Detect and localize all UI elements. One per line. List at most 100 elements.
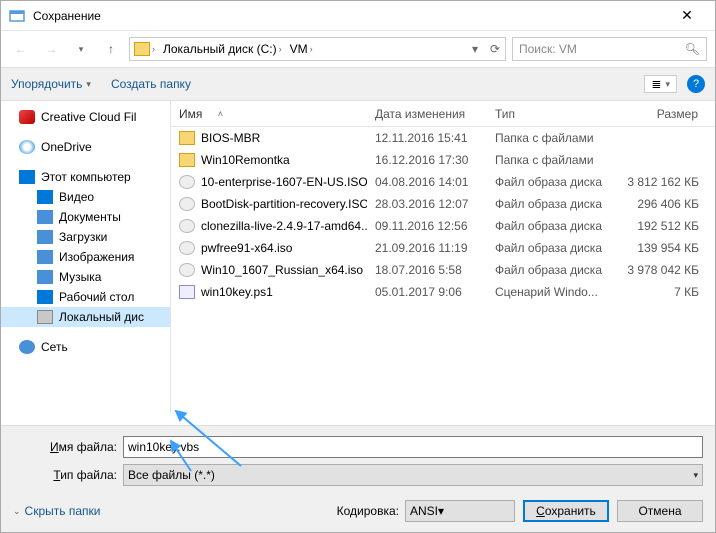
file-type: Файл образа диска (487, 263, 619, 277)
breadcrumb-seg-0[interactable]: Локальный диск (C:) › (159, 38, 286, 60)
address-dropdown[interactable]: ▾ (465, 42, 485, 56)
file-type: Папка с файлами (487, 131, 619, 145)
sidebar: Creative Cloud Fil OneDrive Этот компьютер… (1, 101, 171, 413)
window-title: Сохранение (33, 9, 667, 23)
file-icon (179, 263, 195, 277)
sidebar-item-label: Creative Cloud Fil (41, 110, 136, 124)
sidebar-item-label: Документы (59, 210, 121, 224)
file-size: 139 954 КБ (619, 241, 707, 255)
organize-menu[interactable]: Упорядочить ▾ (11, 77, 91, 91)
file-date: 04.08.2016 14:01 (367, 175, 487, 189)
doc-icon (37, 210, 53, 224)
search-icon: 🔍︎ (685, 42, 700, 56)
file-date: 16.12.2016 17:30 (367, 153, 487, 167)
filename-label: Имя файла: (13, 440, 123, 454)
filetype-label: Тип файла: (13, 468, 123, 482)
sidebar-item[interactable]: Изображения (1, 247, 170, 267)
sidebar-item[interactable]: Рабочий стол (1, 287, 170, 307)
forward-button[interactable]: → (39, 37, 63, 61)
file-size: 192 512 КБ (619, 219, 707, 233)
file-icon (179, 153, 195, 167)
file-name: pwfree91-x64.iso (201, 241, 292, 255)
search-box[interactable]: Поиск: VM 🔍︎ (512, 37, 707, 61)
help-button[interactable]: ? (687, 75, 705, 93)
sidebar-item[interactable]: Creative Cloud Fil (1, 107, 170, 127)
col-name[interactable]: Имя ˄ (171, 107, 367, 121)
close-button[interactable]: ✕ (667, 7, 707, 24)
sidebar-item-label: Локальный дис (59, 310, 144, 324)
address-bar[interactable]: › Локальный диск (C:) › VM › ▾ ⟳ (129, 37, 506, 61)
file-row[interactable]: pwfree91-x64.iso 21.09.2016 11:19Файл обр… (171, 237, 715, 259)
sidebar-item[interactable]: Документы (1, 207, 170, 227)
file-size: 7 КБ (619, 285, 707, 299)
sidebar-item[interactable]: Музыка (1, 267, 170, 287)
save-button[interactable]: Сохранить (523, 500, 609, 522)
recent-dropdown[interactable]: ▾ (69, 37, 93, 61)
hide-folders-button[interactable]: ⌄ Скрыть папки (13, 504, 100, 518)
file-icon (179, 241, 195, 255)
chevron-down-icon: ▾ (438, 504, 444, 518)
new-folder-button[interactable]: Создать папку (111, 77, 191, 91)
file-row[interactable]: 10-enterprise-1607-EN-US.ISO04.08.2016 1… (171, 171, 715, 193)
sidebar-item-label: Сеть (41, 340, 68, 354)
img-icon (37, 250, 53, 264)
sidebar-item[interactable]: OneDrive (1, 137, 170, 157)
view-options[interactable]: ≣ ▾ (644, 75, 677, 93)
file-date: 18.07.2016 5:58 (367, 263, 487, 277)
title-bar: Сохранение ✕ (1, 1, 715, 31)
sidebar-item[interactable]: Локальный дис (1, 307, 170, 327)
file-name: win10key.ps1 (201, 285, 273, 299)
encoding-combo[interactable]: ANSI ▾ (405, 500, 515, 522)
search-placeholder: Поиск: VM (519, 42, 577, 56)
file-row[interactable]: BIOS-MBR12.11.2016 15:41Папка с файлами (171, 127, 715, 149)
col-size[interactable]: Размер (619, 107, 707, 121)
sidebar-item[interactable]: Сеть (1, 337, 170, 357)
encoding-value: ANSI (410, 504, 438, 518)
file-row[interactable]: clonezilla-live-2.4.9-17-amd64...09.11.2… (171, 215, 715, 237)
main-area: Creative Cloud Fil OneDrive Этот компьютер… (1, 101, 715, 413)
sidebar-item-label: Изображения (59, 250, 134, 264)
col-date[interactable]: Дата изменения (367, 107, 487, 121)
cc-icon (19, 110, 35, 124)
file-type: Файл образа диска (487, 241, 619, 255)
file-icon (179, 219, 195, 233)
drive-icon (134, 42, 150, 56)
filename-input[interactable] (123, 436, 703, 458)
col-type[interactable]: Тип (487, 107, 619, 121)
back-button[interactable]: ← (9, 37, 33, 61)
sidebar-item-label: Этот компьютер (41, 170, 131, 184)
up-button[interactable]: ↑ (99, 37, 123, 61)
file-row[interactable]: Win10Remontka16.12.2016 17:30Папка с фай… (171, 149, 715, 171)
file-area: Имя ˄ Дата изменения Тип Размер BIOS-MBR… (171, 101, 715, 413)
cancel-button[interactable]: Отмена (617, 500, 703, 522)
mus-icon (37, 270, 53, 284)
file-name: clonezilla-live-2.4.9-17-amd64... (201, 219, 367, 233)
sidebar-item[interactable]: Загрузки (1, 227, 170, 247)
breadcrumb-root[interactable]: › (130, 38, 159, 60)
file-icon (179, 131, 195, 145)
file-row[interactable]: BootDisk-partition-recovery.ISO28.03.201… (171, 193, 715, 215)
file-row[interactable]: win10key.ps105.01.2017 9:06Сценарий Wind… (171, 281, 715, 303)
od-icon (19, 140, 35, 154)
filetype-combo[interactable]: Все файлы (*.*) ▾ (123, 464, 703, 486)
file-size: 3 978 042 КБ (619, 263, 707, 277)
breadcrumb-label: Локальный диск (C:) (163, 42, 277, 56)
file-date: 21.09.2016 11:19 (367, 241, 487, 255)
sidebar-item[interactable]: Этот компьютер (1, 167, 170, 187)
dl-icon (37, 230, 53, 244)
file-date: 09.11.2016 12:56 (367, 219, 487, 233)
sort-indicator-icon: ˄ (218, 109, 223, 119)
refresh-button[interactable]: ⟳ (485, 42, 505, 56)
file-name: BIOS-MBR (201, 131, 260, 145)
file-row[interactable]: Win10_1607_Russian_x64.iso 18.07.2016 5:5… (171, 259, 715, 281)
filetype-value: Все файлы (*.*) (128, 468, 215, 482)
file-date: 05.01.2017 9:06 (367, 285, 487, 299)
chevron-down-icon: ▾ (693, 470, 698, 481)
breadcrumb-seg-1[interactable]: VM › (286, 38, 317, 60)
sidebar-item[interactable]: Видео (1, 187, 170, 207)
file-icon (179, 175, 195, 189)
file-name: Win10_1607_Russian_x64.iso (201, 263, 363, 277)
vid-icon (37, 190, 53, 204)
file-icon (179, 285, 195, 299)
file-icon (179, 197, 195, 211)
